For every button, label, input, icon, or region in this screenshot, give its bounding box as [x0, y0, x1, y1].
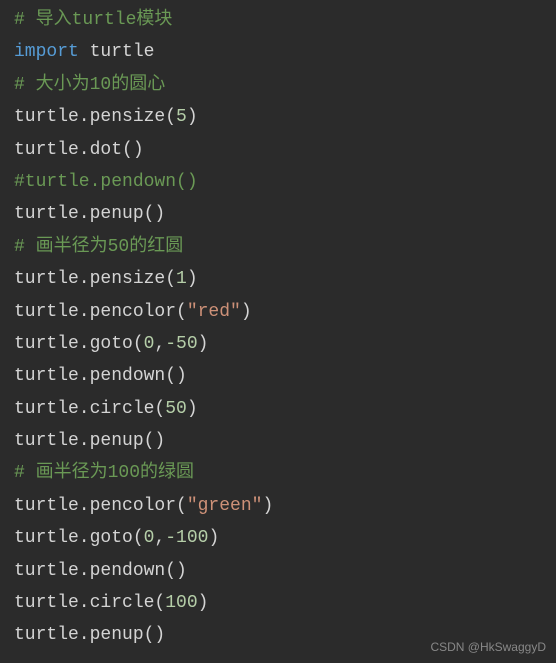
number-literal: 50	[165, 399, 187, 419]
code-text: turtle.goto(	[14, 334, 144, 354]
code-text: )	[198, 593, 209, 613]
comment: # 大小为10的圆心	[14, 75, 165, 95]
number-literal: 0	[144, 334, 155, 354]
code-text: turtle.pendown()	[14, 366, 187, 386]
code-text: )	[187, 269, 198, 289]
code-text: )	[262, 496, 273, 516]
watermark: CSDN @HkSwaggyD	[430, 637, 546, 659]
string-literal: "green"	[187, 496, 263, 516]
code-text: turtle.circle(	[14, 399, 165, 419]
string-literal: "red"	[187, 302, 241, 322]
code-line: turtle.pencolor("green")	[14, 490, 542, 522]
comment: # 导入turtle模块	[14, 10, 172, 30]
comment: # 画半径为50的红圆	[14, 237, 183, 257]
number-literal: -50	[165, 334, 197, 354]
number-literal: 0	[144, 528, 155, 548]
code-line: import turtle	[14, 36, 542, 68]
module-name: turtle	[79, 42, 155, 62]
code-text: turtle.pensize(	[14, 269, 176, 289]
code-text: ,	[154, 528, 165, 548]
code-text: )	[208, 528, 219, 548]
code-text: turtle.penup()	[14, 204, 165, 224]
number-literal: 5	[176, 107, 187, 127]
code-line: turtle.circle(100)	[14, 587, 542, 619]
code-line: turtle.goto(0,-100)	[14, 522, 542, 554]
code-line: turtle.goto(0,-50)	[14, 328, 542, 360]
code-text: turtle.penup()	[14, 431, 165, 451]
code-line: #turtle.pendown()	[14, 166, 542, 198]
code-line: # 画半径为50的红圆	[14, 231, 542, 263]
code-text: turtle.pencolor(	[14, 496, 187, 516]
code-line: turtle.pendown()	[14, 360, 542, 392]
code-line: turtle.pensize(1)	[14, 263, 542, 295]
keyword-import: import	[14, 42, 79, 62]
code-line: turtle.penup()	[14, 198, 542, 230]
code-text: turtle.dot()	[14, 140, 144, 160]
number-literal: -100	[165, 528, 208, 548]
code-text: )	[187, 399, 198, 419]
number-literal: 1	[176, 269, 187, 289]
code-text: turtle.pendown()	[14, 561, 187, 581]
code-text: )	[241, 302, 252, 322]
code-text: turtle.pensize(	[14, 107, 176, 127]
code-line: # 画半径为100的绿圆	[14, 457, 542, 489]
code-text: turtle.penup()	[14, 625, 165, 645]
code-line: # 大小为10的圆心	[14, 69, 542, 101]
code-line: turtle.pensize(5)	[14, 101, 542, 133]
code-text: )	[198, 334, 209, 354]
code-line: # 导入turtle模块	[14, 4, 542, 36]
code-text: ,	[154, 334, 165, 354]
code-line: turtle.circle(50)	[14, 393, 542, 425]
code-text: turtle.goto(	[14, 528, 144, 548]
code-line: turtle.pencolor("red")	[14, 296, 542, 328]
code-text: )	[187, 107, 198, 127]
code-text: turtle.pencolor(	[14, 302, 187, 322]
code-line: turtle.penup()	[14, 425, 542, 457]
comment: # 画半径为100的绿圆	[14, 463, 194, 483]
code-line: turtle.dot()	[14, 134, 542, 166]
code-editor[interactable]: # 导入turtle模块 import turtle # 大小为10的圆心 tu…	[14, 4, 542, 652]
code-line: turtle.pendown()	[14, 555, 542, 587]
comment: #turtle.pendown()	[14, 172, 198, 192]
number-literal: 100	[165, 593, 197, 613]
code-text: turtle.circle(	[14, 593, 165, 613]
